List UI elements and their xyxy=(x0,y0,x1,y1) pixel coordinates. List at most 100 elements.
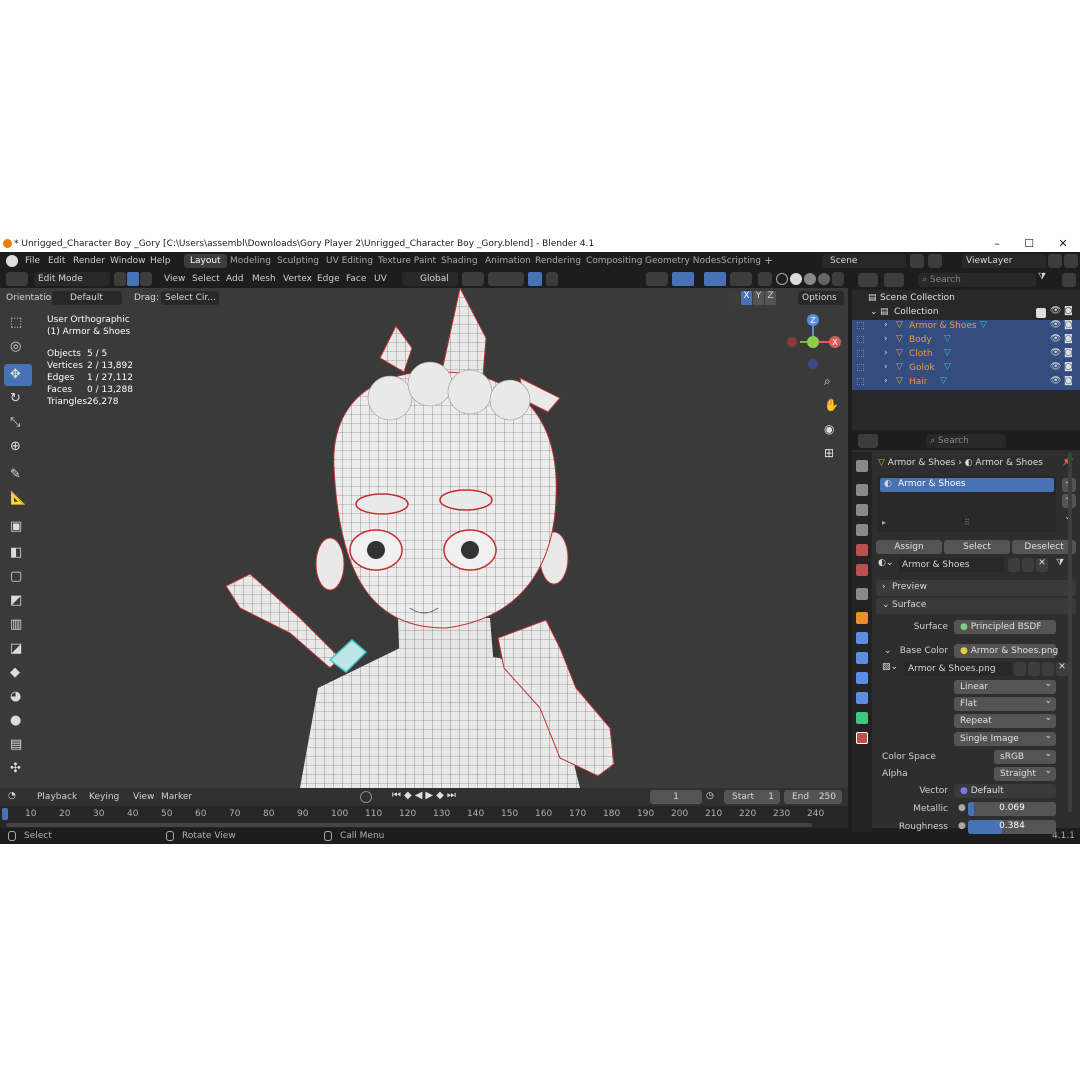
outliner-item-cloth[interactable]: ⬚ › ▽ Cloth ▽ 👁 ◙ xyxy=(852,348,1080,362)
jump-start-icon[interactable]: ⏮ xyxy=(392,790,404,801)
record-icon[interactable] xyxy=(360,791,372,803)
tab-rendering[interactable]: Rendering xyxy=(535,256,581,266)
expand-chevron-icon[interactable]: › xyxy=(884,334,888,344)
edit-mode-icon[interactable]: ⬚ xyxy=(856,363,865,373)
outliner-editor-type-icon[interactable] xyxy=(858,273,878,287)
camera-icon[interactable]: ◙ xyxy=(1064,320,1073,330)
select-tool-button[interactable]: ⬚ xyxy=(4,312,32,334)
expand-chevron-icon[interactable]: › xyxy=(884,362,888,372)
outliner-item-body[interactable]: ⬚ › ▽ Body ▽ 👁 ◙ xyxy=(852,334,1080,348)
render-tab-icon[interactable] xyxy=(856,484,868,496)
material-tab-icon[interactable] xyxy=(856,732,868,744)
exclude-checkbox[interactable] xyxy=(1036,308,1046,318)
scene-tab-icon[interactable] xyxy=(856,544,868,556)
rotate-tool-button[interactable]: ↻ xyxy=(4,388,32,410)
eye-icon[interactable]: 👁 xyxy=(1050,306,1061,316)
perspective-grid-icon[interactable]: ⊞ xyxy=(824,446,834,460)
view-layer-selector[interactable]: ViewLayer xyxy=(962,254,1046,268)
expand-chevron-icon[interactable]: › xyxy=(884,376,888,386)
expand-chevron-icon[interactable]: › xyxy=(884,320,888,330)
tab-uv-editing[interactable]: UV Editing xyxy=(326,256,373,266)
tab-layout[interactable]: Layout xyxy=(184,254,227,268)
viewport-menu-view[interactable]: View xyxy=(164,274,185,284)
viewport-menu-add[interactable]: Add xyxy=(226,274,243,284)
transform-tool-button[interactable]: ⊕ xyxy=(4,436,32,458)
image-unlink-icon[interactable]: ✕ xyxy=(1056,662,1068,676)
color-space-dropdown[interactable]: sRGB xyxy=(994,748,1056,764)
shear-tool-button[interactable]: ▤ xyxy=(4,734,32,756)
rip-tool-button[interactable]: ✣ xyxy=(4,758,32,780)
viewport-menu-select[interactable]: Select xyxy=(192,274,220,284)
tab-shading[interactable]: Shading xyxy=(441,256,478,266)
camera-icon[interactable]: ◙ xyxy=(1064,306,1073,316)
eye-icon[interactable]: 👁 xyxy=(1050,320,1061,330)
eye-icon[interactable]: 👁 xyxy=(1050,334,1061,344)
tab-animation[interactable]: Animation xyxy=(485,256,531,266)
expand-chevron-icon[interactable]: › xyxy=(884,348,888,358)
timeline-menu-playback[interactable]: Playback xyxy=(37,792,77,802)
viewport-menu-uv[interactable]: UV xyxy=(374,274,387,284)
image-fake-user-icon[interactable] xyxy=(1014,662,1026,676)
base-color-input[interactable]: ● Armor & Shoes.png xyxy=(954,644,1058,658)
rendered-shading-icon[interactable] xyxy=(818,273,830,285)
smooth-tool-button[interactable]: ● xyxy=(4,710,32,732)
edge-select-icon[interactable] xyxy=(127,272,139,286)
base-color-expand-icon[interactable]: ⌄ xyxy=(884,646,892,656)
filter-icon[interactable]: ⧩ xyxy=(1038,272,1046,282)
surface-panel-header[interactable]: ⌄ Surface xyxy=(876,598,1076,614)
inset-tool-button[interactable]: ▢ xyxy=(4,566,32,588)
knife-tool-button[interactable]: ◪ xyxy=(4,638,32,660)
display-mode-icon[interactable] xyxy=(884,273,904,287)
properties-search-input[interactable]: ⌕ Search xyxy=(926,434,1006,448)
viewport-menu-mesh[interactable]: Mesh xyxy=(252,274,276,284)
properties-scrollbar[interactable] xyxy=(1068,452,1072,812)
alpha-mode-dropdown[interactable]: Straight xyxy=(994,765,1056,781)
camera-icon[interactable]: ◙ xyxy=(1064,376,1073,386)
vertex-select-icon[interactable] xyxy=(114,272,126,286)
face-select-icon[interactable] xyxy=(140,272,152,286)
interpolation-dropdown[interactable]: Linear xyxy=(954,678,1056,694)
timeline-scrollbar[interactable] xyxy=(6,823,812,827)
edit-mode-icon[interactable]: ⬚ xyxy=(856,349,865,359)
world-tab-icon[interactable] xyxy=(856,564,868,576)
add-workspace-button[interactable]: + xyxy=(764,254,773,267)
projection-dropdown[interactable]: Flat xyxy=(954,695,1056,711)
menu-help[interactable]: Help xyxy=(150,256,171,266)
vector-input[interactable]: ● Default xyxy=(954,784,1056,798)
camera-view-icon[interactable]: ◉ xyxy=(824,422,834,436)
viewport-menu-face[interactable]: Face xyxy=(346,274,366,284)
delete-scene-icon[interactable] xyxy=(928,254,942,268)
menu-file[interactable]: File xyxy=(25,256,40,266)
properties-editor-type-icon[interactable] xyxy=(858,434,878,448)
edit-mode-icon[interactable]: ⬚ xyxy=(856,335,865,345)
outliner-search-input[interactable]: ⌕ Search xyxy=(918,273,1036,287)
play-reverse-icon[interactable]: ◀ xyxy=(415,790,426,801)
timeline-area[interactable]: 10 20 30 40 50 60 70 80 90 100 110 120 130 140 150 160 1… xyxy=(0,806,848,828)
deselect-button[interactable]: Deselect xyxy=(1012,540,1076,554)
data-tab-icon[interactable] xyxy=(856,712,868,724)
annotate-tool-button[interactable]: ✎ xyxy=(4,464,32,486)
browse-material-icon[interactable]: ◐⌄ xyxy=(878,558,893,568)
material-name-field[interactable]: Armor & Shoes xyxy=(898,558,1004,572)
metallic-slider[interactable]: 0.069 xyxy=(968,802,1056,816)
duplicate-material-icon[interactable] xyxy=(1022,558,1034,572)
image-open-icon[interactable] xyxy=(1042,662,1054,676)
particles-tab-icon[interactable] xyxy=(856,652,868,664)
scene-selector[interactable]: Scene xyxy=(822,254,906,268)
unlink-material-icon[interactable]: ✕ xyxy=(1036,558,1048,572)
menu-edit[interactable]: Edit xyxy=(48,256,65,266)
tool-tab-icon[interactable] xyxy=(856,460,868,472)
prev-keyframe-icon[interactable]: ◆ xyxy=(404,790,415,801)
timeline-menu-view[interactable]: View xyxy=(133,792,154,802)
jump-end-icon[interactable]: ⏭ xyxy=(447,790,459,801)
solid-shading-icon[interactable] xyxy=(790,273,802,285)
expand-chevron-icon[interactable]: ⌄ xyxy=(870,307,878,317)
modifier-tab-icon[interactable] xyxy=(856,632,868,644)
view-layer-tab-icon[interactable] xyxy=(856,524,868,536)
minimize-button[interactable]: – xyxy=(982,237,1012,250)
play-icon[interactable]: ▶ xyxy=(425,790,436,801)
3d-viewport[interactable]: Orientation: Default Drag: Select Cir...… xyxy=(0,288,848,788)
viewport-menu-vertex[interactable]: Vertex xyxy=(283,274,312,284)
clock-icon[interactable]: ◷ xyxy=(706,791,714,801)
xray-toggle-icon[interactable] xyxy=(758,272,772,286)
